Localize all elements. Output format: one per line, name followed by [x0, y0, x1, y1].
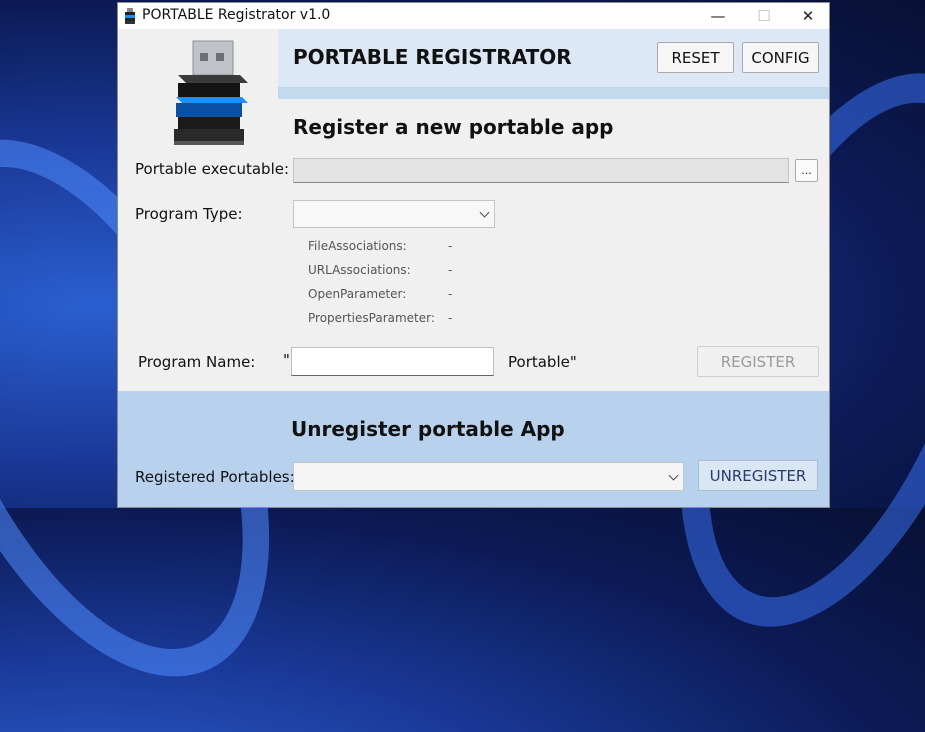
register-button[interactable]: REGISTER — [697, 346, 819, 377]
page-title: PORTABLE REGISTRATOR — [293, 45, 572, 69]
reset-button[interactable]: RESET — [657, 42, 734, 73]
assoc-key: OpenParameter: — [308, 287, 407, 301]
unregister-section-title: Unregister portable App — [291, 417, 565, 441]
app-icon — [125, 8, 135, 24]
quote-open: " — [283, 351, 290, 369]
unregister-button[interactable]: UNREGISTER — [698, 460, 818, 491]
registered-portables-select[interactable] — [293, 462, 684, 491]
assoc-key: PropertiesParameter: — [308, 311, 435, 325]
config-button[interactable]: CONFIG — [742, 42, 819, 73]
type-label: Program Type: — [135, 205, 243, 223]
browse-button[interactable]: ... — [795, 159, 818, 182]
program-name-label: Program Name: — [138, 353, 256, 371]
portable-suffix: Portable" — [508, 353, 577, 371]
usb-logo-icon — [174, 40, 248, 145]
minimize-button[interactable]: — — [695, 3, 741, 29]
header-strip — [278, 87, 829, 99]
chevron-down-icon — [668, 470, 679, 481]
register-section-title: Register a new portable app — [293, 115, 614, 139]
title-bar[interactable]: PORTABLE Registrator v1.0 — ☐ ✕ — [118, 3, 829, 29]
assoc-value: - — [448, 239, 453, 253]
assoc-value: - — [448, 287, 453, 301]
chevron-down-icon — [479, 207, 490, 218]
assoc-value: - — [448, 263, 453, 277]
assoc-value: - — [448, 311, 453, 325]
maximize-button[interactable]: ☐ — [741, 3, 787, 29]
program-type-select[interactable] — [293, 200, 495, 228]
close-button[interactable]: ✕ — [785, 3, 829, 29]
program-name-input[interactable] — [291, 347, 494, 376]
exe-label: Portable executable: — [135, 160, 290, 178]
window-title: PORTABLE Registrator v1.0 — [142, 7, 331, 23]
app-window: PORTABLE Registrator v1.0 — ☐ ✕ PORTABLE… — [117, 2, 830, 508]
registered-portables-label: Registered Portables: — [135, 468, 295, 486]
assoc-key: FileAssociations: — [308, 239, 407, 253]
assoc-key: URLAssociations: — [308, 263, 411, 277]
exe-path-field[interactable] — [293, 158, 789, 183]
